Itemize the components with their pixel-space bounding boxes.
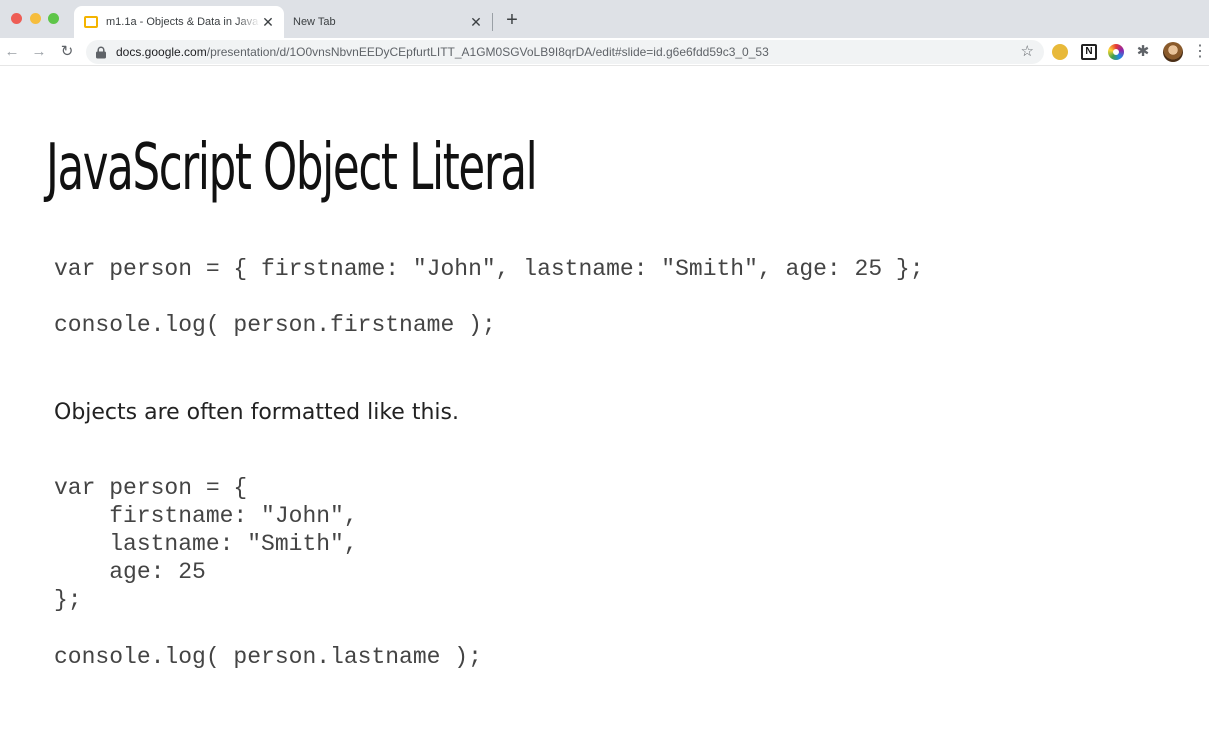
browser-menu-icon[interactable]: ⋮ <box>1192 42 1208 62</box>
bookmark-star-icon[interactable]: ☆ <box>1021 42 1034 62</box>
url-path: /presentation/d/1O0vnsNbvnEEDyCEpfurtLIT… <box>206 45 769 59</box>
slide-body-text: Objects are often formatted like this. <box>54 400 459 425</box>
tab-new-tab[interactable]: New Tab ✕ <box>284 6 492 38</box>
color-wheel-extension-icon[interactable] <box>1108 44 1124 60</box>
extension-coin-icon[interactable] <box>1052 44 1068 60</box>
url-host: docs.google.com <box>116 45 207 59</box>
back-arrow-icon[interactable]: ← <box>2 42 22 62</box>
code-line-object-literal: var person = { firstname: "John", lastna… <box>54 256 924 282</box>
new-tab-plus-icon[interactable]: + <box>502 10 522 31</box>
close-window-button[interactable] <box>11 13 22 24</box>
code-block-line: age: 25 <box>54 559 206 585</box>
tab-close-icon[interactable]: ✕ <box>260 14 276 30</box>
tab-active-slides[interactable]: m1.1a - Objects & Data in Java ✕ <box>74 6 284 38</box>
code-block-line: firstname: "John", <box>54 503 358 529</box>
code-block-line: var person = { <box>54 475 248 501</box>
code-line-console-log-firstname: console.log( person.firstname ); <box>54 312 496 338</box>
tab-title: New Tab <box>293 16 336 28</box>
slides-favicon-icon <box>84 16 98 28</box>
code-block-line: }; <box>54 587 82 613</box>
maximize-window-button[interactable] <box>48 13 59 24</box>
profile-avatar[interactable] <box>1163 42 1183 62</box>
formatted-code-block: var person = { firstname: "John", lastna… <box>54 474 358 614</box>
reload-icon[interactable]: ↻ <box>57 42 77 62</box>
code-line-console-log-lastname: console.log( person.lastname ); <box>54 644 482 670</box>
extensions-puzzle-icon[interactable]: ✱ <box>1135 44 1151 60</box>
notion-extension-icon[interactable]: N <box>1081 44 1097 60</box>
tab-close-icon[interactable]: ✕ <box>468 14 484 30</box>
minimize-window-button[interactable] <box>30 13 41 24</box>
presentation-slide: JavaScript Object Literal var person = {… <box>0 67 1209 754</box>
tab-title: m1.1a - Objects & Data in Java <box>106 16 259 28</box>
lock-icon <box>96 46 106 59</box>
tab-strip: m1.1a - Objects & Data in Java ✕ New Tab… <box>0 0 1209 38</box>
forward-arrow-icon[interactable]: → <box>29 42 49 62</box>
slide-title: JavaScript Object Literal <box>46 131 538 205</box>
url-text: docs.google.com/presentation/d/1O0vnsNbv… <box>116 40 769 64</box>
address-bar[interactable]: docs.google.com/presentation/d/1O0vnsNbv… <box>86 40 1044 64</box>
tab-separator <box>492 13 493 31</box>
browser-toolbar: ← → ↻ docs.google.com/presentation/d/1O0… <box>0 38 1209 66</box>
code-block-line: lastname: "Smith", <box>54 531 358 557</box>
